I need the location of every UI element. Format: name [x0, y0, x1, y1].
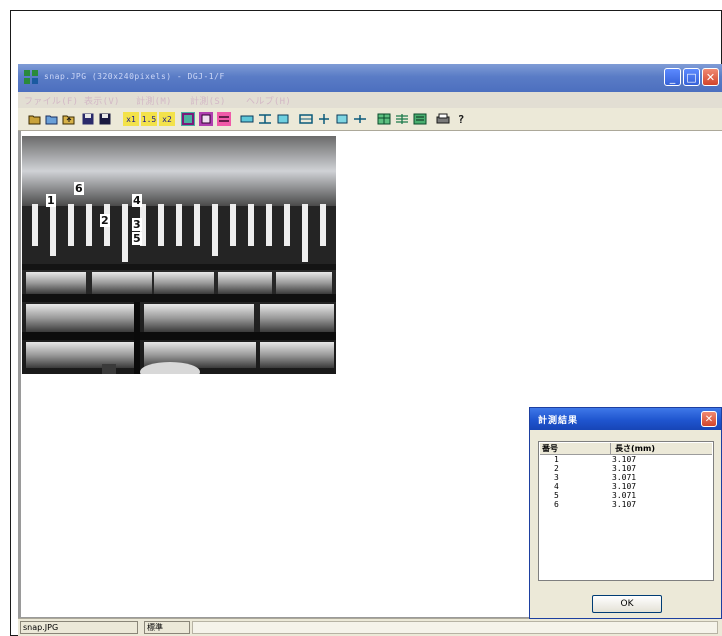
measure-distance-icon[interactable] [353, 112, 367, 126]
row-length: 3.107 [612, 500, 637, 509]
ok-button[interactable]: OK [592, 595, 662, 613]
status-empty [192, 621, 718, 634]
results-list[interactable]: 番号 長さ(mm) 1 3.107 2 3.107 3 3.071 4 3.10… [538, 441, 714, 581]
list-header: 番号 長さ(mm) [540, 443, 712, 455]
window-title: snap.JPG (320x240pixels) - DGJ-1/F [44, 72, 225, 81]
close-button[interactable]: ✕ [702, 68, 719, 86]
status-file: snap.JPG [20, 621, 138, 634]
row-number: 5 [554, 491, 559, 500]
marker-label: 4 [132, 194, 142, 207]
marker-label: 2 [100, 214, 110, 227]
zoom-double-icon[interactable]: x2 [159, 112, 175, 126]
canvas-border [18, 131, 21, 617]
column-header-number: 番号 [542, 444, 558, 453]
row-number: 1 [554, 455, 559, 464]
list-icon[interactable] [413, 112, 427, 126]
status-mode: 標準 [144, 621, 190, 634]
table-icon[interactable] [377, 112, 391, 126]
grid-icon[interactable] [395, 112, 409, 126]
help-icon[interactable]: ? [454, 112, 468, 126]
row-number: 6 [554, 500, 559, 509]
save-icon[interactable] [81, 112, 95, 126]
row-number: 4 [554, 482, 559, 491]
results-dialog: 計測結果 ✕ 番号 長さ(mm) 1 3.107 2 3.107 3 3.071… [529, 407, 722, 619]
menu-bar: ファイル(F) 表示(V) 計測(M) 計測(S) ヘルプ(H) [18, 92, 722, 108]
title-bar[interactable]: snap.JPG (320x240pixels) - DGJ-1/F _ □ ✕ [18, 64, 722, 92]
zoom-1-5-icon[interactable]: 1.5 [141, 112, 157, 126]
row-length: 3.107 [612, 482, 637, 491]
measure-box-icon[interactable] [276, 112, 290, 126]
marker-label: 1 [46, 194, 56, 207]
dialog-close-button[interactable]: ✕ [701, 411, 717, 427]
list-item[interactable]: 2 3.107 [540, 464, 712, 473]
list-item[interactable]: 6 3.107 [540, 500, 712, 509]
column-header-length: 長さ(mm) [610, 443, 705, 454]
menu-file[interactable]: ファイル(F) [24, 94, 78, 107]
status-bar: snap.JPG 標準 [18, 618, 722, 636]
menu-help[interactable]: ヘルプ(H) [246, 94, 291, 107]
row-length: 3.107 [612, 464, 637, 473]
measure-angle-icon[interactable] [299, 112, 313, 126]
list-item[interactable]: 1 3.107 [540, 455, 712, 464]
app-window: snap.JPG (320x240pixels) - DGJ-1/F _ □ ✕… [18, 64, 722, 636]
snap-image[interactable]: 1 6 4 2 3 5 [22, 136, 336, 374]
row-length: 3.107 [612, 455, 637, 464]
image-frame-icon[interactable] [199, 112, 213, 126]
marker-label: 3 [132, 218, 142, 231]
folder-up-icon[interactable] [62, 112, 76, 126]
list-item[interactable]: 4 3.107 [540, 482, 712, 491]
row-number: 2 [554, 464, 559, 473]
menu-measure[interactable]: 計測(M) [136, 94, 172, 107]
minimize-button[interactable]: _ [664, 68, 681, 86]
marker-label: 5 [132, 232, 142, 245]
dialog-title: 計測結果 [538, 416, 579, 426]
save-as-icon[interactable] [98, 112, 112, 126]
app-grid-icon [24, 70, 38, 84]
open-image-icon[interactable] [45, 112, 59, 126]
image-fit-icon[interactable] [181, 112, 195, 126]
row-length: 3.071 [612, 491, 637, 500]
open-folder-icon[interactable] [28, 112, 42, 126]
row-length: 3.071 [612, 473, 637, 482]
menu-view[interactable]: 表示(V) [84, 94, 120, 107]
list-item[interactable]: 3 3.071 [540, 473, 712, 482]
print-icon[interactable] [436, 112, 450, 126]
toolbar: x1 1.5 x2 ? [18, 108, 722, 131]
measure-radius-icon[interactable] [317, 112, 331, 126]
zoom-half-icon[interactable]: x1 [123, 112, 139, 126]
list-item[interactable]: 5 3.071 [540, 491, 712, 500]
row-number: 3 [554, 473, 559, 482]
maximize-button[interactable]: □ [683, 68, 700, 86]
menu-settings[interactable]: 計測(S) [190, 94, 226, 107]
dialog-title-bar[interactable]: 計測結果 ✕ [530, 408, 721, 430]
measure-length-icon[interactable] [240, 112, 254, 126]
pink-tool-icon[interactable] [217, 112, 231, 126]
marker-label: 6 [74, 182, 84, 195]
measure-circle-icon[interactable] [335, 112, 349, 126]
measure-width-icon[interactable] [258, 112, 272, 126]
